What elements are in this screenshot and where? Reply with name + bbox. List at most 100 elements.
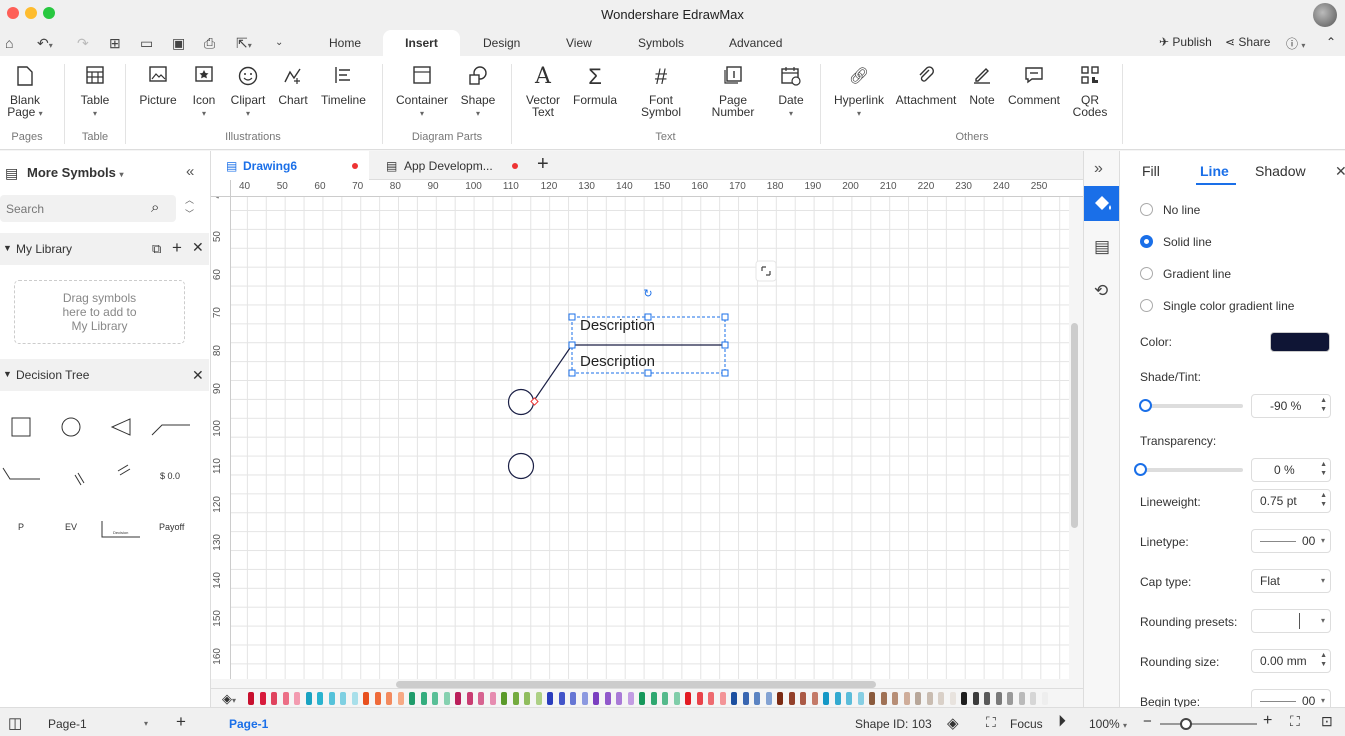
color-swatch[interactable] bbox=[604, 692, 611, 705]
color-swatch[interactable] bbox=[869, 692, 875, 705]
color-swatch[interactable] bbox=[501, 692, 507, 705]
focus-button[interactable]: Focus bbox=[1010, 717, 1043, 731]
color-swatch[interactable] bbox=[340, 692, 346, 705]
radio-no-line[interactable] bbox=[1140, 203, 1153, 216]
color-swatch[interactable] bbox=[696, 692, 703, 705]
color-swatch[interactable] bbox=[443, 692, 450, 705]
selection-handle[interactable] bbox=[568, 369, 576, 377]
radio-solid-line[interactable] bbox=[1140, 235, 1153, 248]
expand-panel-icon[interactable]: » bbox=[1094, 160, 1103, 178]
symbol-square[interactable] bbox=[11, 417, 31, 437]
tab-line[interactable]: Line bbox=[1200, 163, 1229, 179]
collapse-panel-icon[interactable]: « bbox=[186, 163, 194, 180]
search-box[interactable]: Search ⌕ bbox=[0, 195, 176, 222]
blank-page-button[interactable]: Blank Page ▾ bbox=[6, 66, 44, 120]
color-swatch[interactable] bbox=[305, 692, 312, 705]
selection-handle[interactable] bbox=[721, 313, 729, 321]
color-swatch[interactable] bbox=[742, 692, 749, 705]
symbol-circle[interactable] bbox=[61, 417, 81, 437]
color-swatch[interactable] bbox=[857, 692, 864, 705]
picture-button[interactable]: Picture bbox=[138, 66, 178, 106]
color-swatch[interactable] bbox=[938, 692, 944, 705]
stepper-icon[interactable]: ▲ ▼ bbox=[1320, 396, 1327, 414]
redo-icon[interactable]: ↷ bbox=[77, 34, 89, 52]
symbol-branch-up[interactable] bbox=[151, 424, 190, 436]
color-swatch[interactable] bbox=[673, 692, 680, 705]
color-swatch[interactable] bbox=[892, 692, 898, 705]
page-tab[interactable]: Page-1 bbox=[229, 717, 268, 731]
avatar[interactable] bbox=[1313, 3, 1337, 27]
color-swatch[interactable] bbox=[466, 692, 473, 705]
chance-node-circle-2[interactable] bbox=[507, 452, 535, 480]
rounding-presets-dropdown[interactable]: ▾ bbox=[1251, 609, 1331, 633]
float-button[interactable] bbox=[755, 260, 777, 282]
collapse-ribbon-icon[interactable]: ⌃ bbox=[1326, 35, 1336, 49]
zoom-in-icon[interactable]: + bbox=[1263, 712, 1272, 730]
color-swatch[interactable] bbox=[570, 692, 576, 705]
color-swatch[interactable] bbox=[478, 692, 484, 705]
zoom-dropdown[interactable]: 100% ▾ bbox=[1089, 717, 1127, 731]
option-no-line[interactable]: No line bbox=[1163, 203, 1200, 217]
table-button[interactable]: Table ▾ bbox=[78, 66, 112, 120]
more-chevron-icon[interactable]: ⌄ bbox=[275, 34, 283, 52]
color-swatch[interactable] bbox=[397, 692, 404, 705]
transparency-slider[interactable] bbox=[1134, 463, 1243, 476]
symbol-p[interactable]: P bbox=[18, 522, 24, 532]
share-button[interactable]: ⋖ Share bbox=[1225, 35, 1270, 49]
color-swatch[interactable] bbox=[662, 692, 668, 705]
page-properties-icon[interactable]: ▤ bbox=[1094, 237, 1110, 257]
tab-view[interactable]: View bbox=[554, 30, 604, 56]
chart-button[interactable]: Chart bbox=[277, 66, 309, 106]
attachment-button[interactable]: Attachment bbox=[895, 66, 957, 106]
line-color-swatch[interactable] bbox=[1270, 332, 1330, 352]
color-swatch[interactable] bbox=[754, 692, 760, 705]
symbol-dollar[interactable]: $ 0.0 bbox=[160, 471, 180, 481]
color-swatch[interactable] bbox=[961, 692, 967, 705]
linetype-dropdown[interactable]: 00 ▾ bbox=[1251, 529, 1331, 553]
color-swatch[interactable] bbox=[639, 692, 645, 705]
color-swatch[interactable] bbox=[386, 692, 392, 705]
color-swatch[interactable] bbox=[1007, 692, 1013, 705]
comment-button[interactable]: Comment bbox=[1008, 66, 1060, 106]
color-swatch[interactable] bbox=[535, 692, 542, 705]
page-number-button[interactable]: Page Number bbox=[710, 66, 756, 118]
tab-shadow[interactable]: Shadow bbox=[1255, 163, 1306, 179]
rounding-size-field[interactable]: 0.00 mm ▲ ▼ bbox=[1251, 649, 1331, 673]
color-swatch[interactable] bbox=[719, 692, 726, 705]
color-swatch[interactable] bbox=[903, 692, 910, 705]
color-swatch[interactable] bbox=[800, 692, 806, 705]
color-swatch[interactable] bbox=[627, 692, 634, 705]
selection-handle[interactable] bbox=[721, 341, 729, 349]
history-icon[interactable]: ⟲ bbox=[1094, 281, 1108, 301]
color-swatch[interactable] bbox=[248, 692, 254, 705]
color-swatch[interactable] bbox=[409, 692, 415, 705]
tab-design[interactable]: Design bbox=[471, 30, 532, 56]
library-drop-zone[interactable]: Drag symbols here to add to My Library bbox=[14, 280, 185, 344]
color-swatch[interactable] bbox=[972, 692, 979, 705]
description-text-2[interactable]: Description bbox=[580, 353, 655, 370]
color-swatch[interactable] bbox=[455, 692, 461, 705]
undo-icon[interactable]: ↶▾ bbox=[37, 34, 53, 55]
qr-codes-button[interactable]: QR Codes bbox=[1070, 66, 1110, 118]
color-swatch[interactable] bbox=[351, 692, 358, 705]
color-swatch[interactable] bbox=[880, 692, 887, 705]
color-swatch[interactable] bbox=[823, 692, 829, 705]
home-icon[interactable]: ⌂ bbox=[5, 34, 13, 52]
help-icon[interactable]: ⓘ ▾ bbox=[1286, 35, 1305, 52]
rotate-handle-icon[interactable]: ↻ bbox=[643, 288, 652, 300]
color-swatch[interactable] bbox=[420, 692, 427, 705]
color-swatch[interactable] bbox=[294, 692, 300, 705]
print-icon[interactable]: ⎙ bbox=[204, 34, 215, 52]
color-swatch[interactable] bbox=[259, 692, 266, 705]
shade-value-field[interactable]: -90 % ▲ ▼ bbox=[1251, 394, 1331, 418]
color-swatch[interactable] bbox=[1041, 692, 1048, 705]
layers-icon[interactable]: ◈ bbox=[947, 714, 959, 732]
tab-advanced[interactable]: Advanced bbox=[717, 30, 794, 56]
date-button[interactable]: Date ▾ bbox=[774, 66, 808, 120]
color-swatch[interactable] bbox=[363, 692, 369, 705]
fit-page-icon[interactable]: ⛶ bbox=[1290, 713, 1300, 730]
container-button[interactable]: Container ▾ bbox=[396, 66, 448, 120]
color-swatch[interactable] bbox=[777, 692, 783, 705]
search-icon[interactable]: ⌕ bbox=[151, 199, 159, 216]
color-swatch[interactable] bbox=[811, 692, 818, 705]
